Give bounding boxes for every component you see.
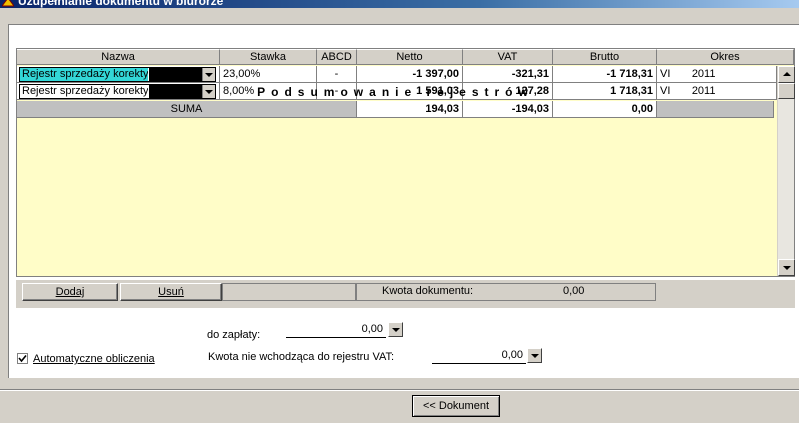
kwota-label: Kwota dokumentu: [382, 285, 474, 297]
col-header-vat[interactable]: VAT [463, 49, 553, 65]
col-header-brutto[interactable]: Brutto [553, 49, 657, 65]
remove-button[interactable]: Usuń [120, 283, 222, 301]
cell-brutto[interactable]: -1 718,31 [553, 66, 657, 83]
summary-brutto: 0,00 [553, 101, 657, 118]
title-bar: Uzupełnianie dokumentu w biurorze [0, 0, 799, 8]
checkmark-icon [18, 354, 27, 363]
cell-abcd[interactable]: - [317, 66, 357, 83]
do-zaplaty-field[interactable]: 0,00 [286, 322, 386, 338]
nie-vat-label: Kwota nie wchodząca do rejestru VAT: [208, 351, 395, 363]
summary-netto: 194,03 [357, 101, 463, 118]
summary-label: SUMA [17, 101, 357, 118]
do-zaplaty-label: do zapłaty: [207, 329, 261, 341]
chevron-down-icon[interactable] [202, 68, 215, 81]
scroll-down-button[interactable] [778, 259, 795, 276]
register-select[interactable]: Rejestr sprzedaży korekty [19, 67, 216, 82]
summary-vat: -194,03 [463, 101, 553, 118]
app-icon [2, 0, 14, 7]
auto-calc-label[interactable]: Automatyczne obliczenia [33, 353, 155, 365]
add-button[interactable]: Dodaj [22, 283, 118, 301]
vertical-scrollbar[interactable] [777, 66, 795, 276]
nie-vat-dropdown[interactable] [527, 348, 542, 363]
cell-netto[interactable]: -1 397,00 [357, 66, 463, 83]
cell-stawka[interactable]: 23,00% [220, 66, 317, 83]
col-header-netto[interactable]: Netto [357, 49, 463, 65]
kwota-panel: Kwota dokumentu: 0,00 [356, 283, 656, 301]
back-to-document-button[interactable]: << Dokument [412, 395, 500, 417]
window-title: Uzupełnianie dokumentu w biurorze [18, 0, 224, 8]
auto-calc-checkbox[interactable] [17, 353, 28, 364]
col-header-abcd[interactable]: ABCD [317, 49, 357, 65]
register-grid: Nazwa Stawka ABCD Netto VAT Brutto Okres… [16, 48, 795, 277]
scroll-thumb[interactable] [778, 83, 795, 99]
col-header-nazwa[interactable]: Nazwa [17, 49, 220, 65]
cell-vat[interactable]: -321,31 [463, 66, 553, 83]
grid-footer: Dodaj Usuń Kwota dokumentu: 0,00 [16, 280, 795, 308]
nie-vat-field[interactable]: 0,00 [432, 348, 526, 364]
summary-title: Podsumowanie rejestrów [257, 85, 534, 99]
scroll-up-button[interactable] [778, 66, 795, 83]
col-header-stawka[interactable]: Stawka [220, 49, 317, 65]
cell-okres[interactable]: VI 2011 [657, 66, 777, 83]
do-zaplaty-dropdown[interactable] [388, 322, 403, 337]
col-header-okres[interactable]: Okres [657, 49, 794, 65]
kwota-value: 0,00 [563, 285, 585, 297]
